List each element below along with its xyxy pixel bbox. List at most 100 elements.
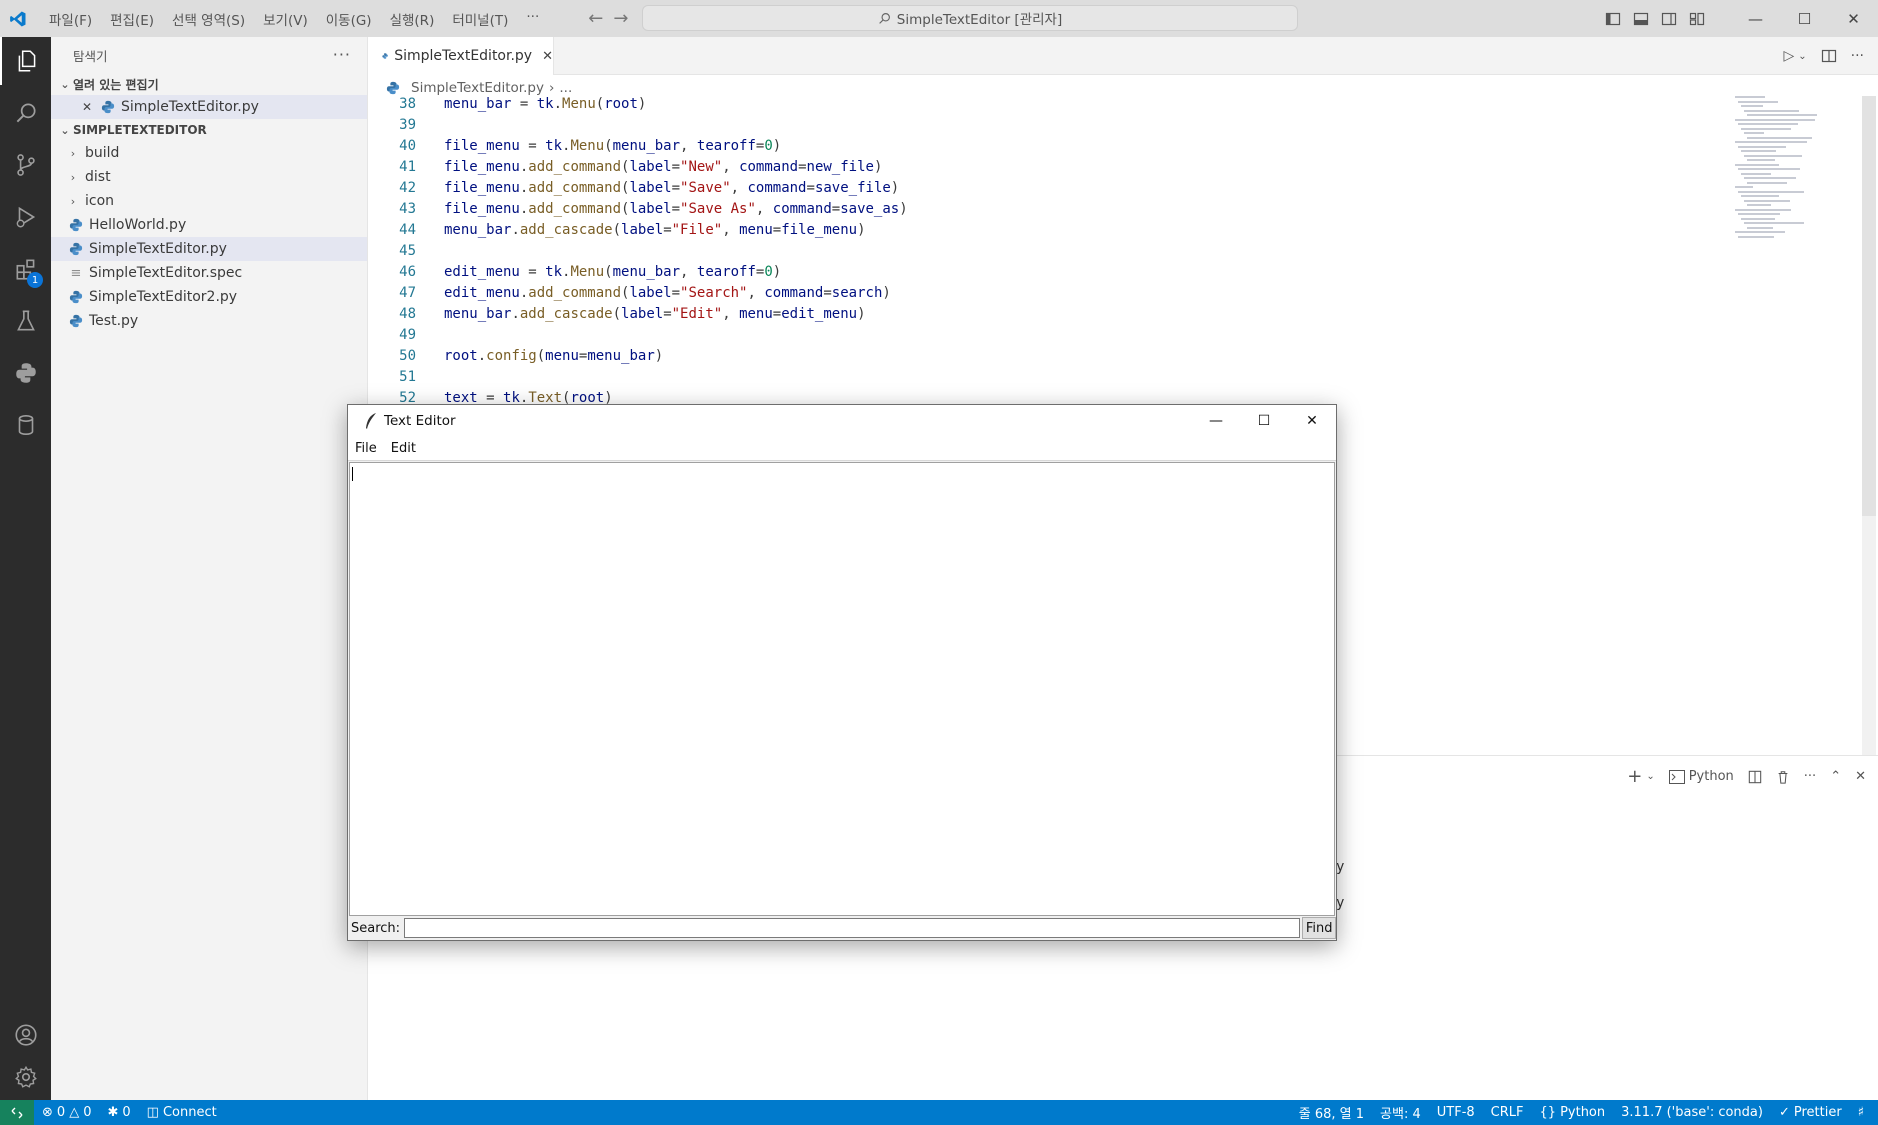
search-input[interactable] (404, 918, 1301, 938)
python-file-icon (101, 100, 115, 114)
file-item[interactable]: ≡ SimpleTextEditor.spec (51, 261, 367, 285)
close-panel-icon[interactable]: ✕ (1855, 769, 1866, 784)
run-dropdown-chevron-icon[interactable]: ⌄ (1798, 51, 1806, 62)
database-icon[interactable] (0, 401, 51, 449)
notifications-bell-icon[interactable]: ♯ (1850, 1105, 1872, 1120)
file-item[interactable]: Test.py (51, 309, 367, 333)
more-actions-icon[interactable]: ··· (333, 45, 351, 64)
project-header[interactable]: ⌄ SIMPLETEXTEDITOR (51, 119, 367, 141)
problems-indicator[interactable]: ⊗ 0 △ 0 (34, 1105, 99, 1120)
ports-indicator[interactable]: ✱ 0 (99, 1105, 138, 1120)
remote-indicator-icon[interactable] (0, 1100, 34, 1125)
scrollbar-thumb[interactable] (1862, 96, 1876, 516)
file-item[interactable]: SimpleTextEditor2.py (51, 285, 367, 309)
text-caret (352, 467, 353, 481)
menu-view[interactable]: 보기(V) (254, 9, 317, 29)
tab-simpletexteditor[interactable]: SimpleTextEditor.py ✕ (368, 37, 554, 75)
tk-menu-file[interactable]: File (348, 441, 384, 456)
account-icon[interactable] (0, 1011, 51, 1059)
tk-close-icon[interactable]: ✕ (1288, 405, 1336, 437)
back-arrow-icon[interactable]: ← (588, 8, 603, 29)
minimap-line (1735, 208, 1791, 211)
folder-item-build[interactable]: › build (51, 141, 367, 165)
folder-item-icon[interactable]: › icon (51, 189, 367, 213)
minimap-line (1735, 118, 1815, 121)
title-bar: 파일(F) 편집(E) 선택 영역(S) 보기(V) 이동(G) 실행(R) 터… (0, 0, 1878, 37)
customize-layout-icon[interactable] (1683, 0, 1711, 37)
menu-more[interactable]: ··· (517, 9, 548, 29)
terminal-dropdown-chevron-icon[interactable]: ⌄ (1646, 771, 1654, 782)
tk-text-editor-window: Text Editor — ☐ ✕ File Edit Search: Find (347, 404, 1337, 941)
split-terminal-icon[interactable] (1748, 770, 1762, 784)
minimap-line (1747, 226, 1773, 229)
terminal-selector[interactable]: Python (1668, 769, 1734, 784)
explorer-sidebar: 탐색기 ··· ⌄ 열려 있는 편집기 ✕ SimpleTextEditor.p… (51, 37, 368, 1100)
menu-run[interactable]: 실행(R) (381, 9, 444, 29)
search-icon[interactable] (0, 89, 51, 137)
end-of-line[interactable]: CRLF (1483, 1105, 1532, 1120)
folder-label: build (85, 145, 120, 161)
minimap-line (1747, 181, 1787, 184)
new-terminal-icon[interactable]: + (1627, 766, 1642, 787)
toggle-panel-icon[interactable] (1627, 0, 1655, 37)
tk-menu-edit[interactable]: Edit (384, 441, 423, 456)
code-line: 40 file_menu = tk.Menu(menu_bar, tearoff=… (399, 138, 782, 154)
trash-icon[interactable] (1776, 770, 1790, 784)
command-center[interactable]: SimpleTextEditor [관리자] (642, 5, 1298, 31)
menu-edit[interactable]: 편집(E) (101, 9, 163, 29)
open-editors-header[interactable]: ⌄ 열려 있는 편집기 (51, 73, 367, 95)
file-item[interactable]: HelloWorld.py (51, 213, 367, 237)
minimize-icon[interactable]: — (1731, 0, 1780, 37)
menu-file[interactable]: 파일(F) (40, 9, 101, 29)
toggle-primary-sidebar-icon[interactable] (1599, 0, 1627, 37)
encoding[interactable]: UTF-8 (1429, 1105, 1483, 1120)
source-control-icon[interactable] (0, 141, 51, 189)
settings-gear-icon[interactable] (0, 1053, 51, 1101)
split-editor-icon[interactable] (1821, 48, 1837, 64)
explorer-icon[interactable] (0, 37, 51, 85)
tk-maximize-icon[interactable]: ☐ (1240, 405, 1288, 437)
connect-button[interactable]: ◫ Connect (139, 1105, 225, 1120)
cursor-position[interactable]: 줄 68, 열 1 (1291, 1103, 1372, 1122)
code-line: 38 menu_bar = tk.Menu(root) (399, 96, 647, 112)
python-interpreter[interactable]: 3.11.7 ('base': conda) (1613, 1105, 1771, 1120)
toggle-secondary-sidebar-icon[interactable] (1655, 0, 1683, 37)
minimap[interactable] (1735, 96, 1855, 246)
extensions-icon[interactable]: 1 (0, 245, 51, 293)
panel-more-icon[interactable]: ··· (1804, 769, 1816, 784)
indentation[interactable]: 공백: 4 (1372, 1103, 1429, 1122)
menu-go[interactable]: 이동(G) (317, 9, 381, 29)
testing-icon[interactable] (0, 297, 51, 345)
sidebar-title: 탐색기 (73, 48, 108, 64)
code-editor[interactable]: 38 menu_bar = tk.Menu(root) 39 40 file_men… (368, 94, 1728, 414)
close-icon[interactable]: ✕ (1829, 0, 1878, 37)
tk-title-bar[interactable]: Text Editor — ☐ ✕ (348, 405, 1336, 437)
close-editor-icon[interactable]: ✕ (79, 100, 95, 114)
language-mode[interactable]: {} Python (1532, 1105, 1614, 1120)
find-button[interactable]: Find (1302, 917, 1336, 939)
folder-item-dist[interactable]: › dist (51, 165, 367, 189)
minimap-line (1735, 231, 1785, 233)
maximize-panel-icon[interactable]: ⌃ (1830, 769, 1841, 784)
prettier-status[interactable]: ✓ Prettier (1771, 1105, 1850, 1120)
tab-close-icon[interactable]: ✕ (542, 49, 553, 64)
python-file-icon (382, 53, 388, 59)
minimap-line (1741, 195, 1779, 197)
run-file-icon[interactable]: ▷ (1783, 48, 1794, 64)
python-file-icon (69, 314, 83, 328)
python-icon[interactable] (0, 349, 51, 397)
maximize-icon[interactable]: ☐ (1780, 0, 1829, 37)
tab-label: SimpleTextEditor.py (394, 48, 533, 64)
editor-scrollbar[interactable] (1862, 96, 1876, 756)
run-debug-icon[interactable] (0, 193, 51, 241)
tk-minimize-icon[interactable]: — (1192, 405, 1240, 437)
menu-terminal[interactable]: 터미널(T) (443, 9, 517, 29)
file-item[interactable]: SimpleTextEditor.py (51, 237, 367, 261)
open-editor-item[interactable]: ✕ SimpleTextEditor.py (51, 95, 367, 119)
forward-arrow-icon[interactable]: → (613, 8, 628, 29)
tk-text-area[interactable] (349, 462, 1335, 916)
braces-icon: {} (1539, 1105, 1557, 1120)
editor-more-icon[interactable]: ··· (1851, 48, 1864, 64)
code-line: 48 menu_bar.add_cascade(label="Edit", men… (399, 306, 866, 322)
menu-selection[interactable]: 선택 영역(S) (163, 9, 254, 29)
